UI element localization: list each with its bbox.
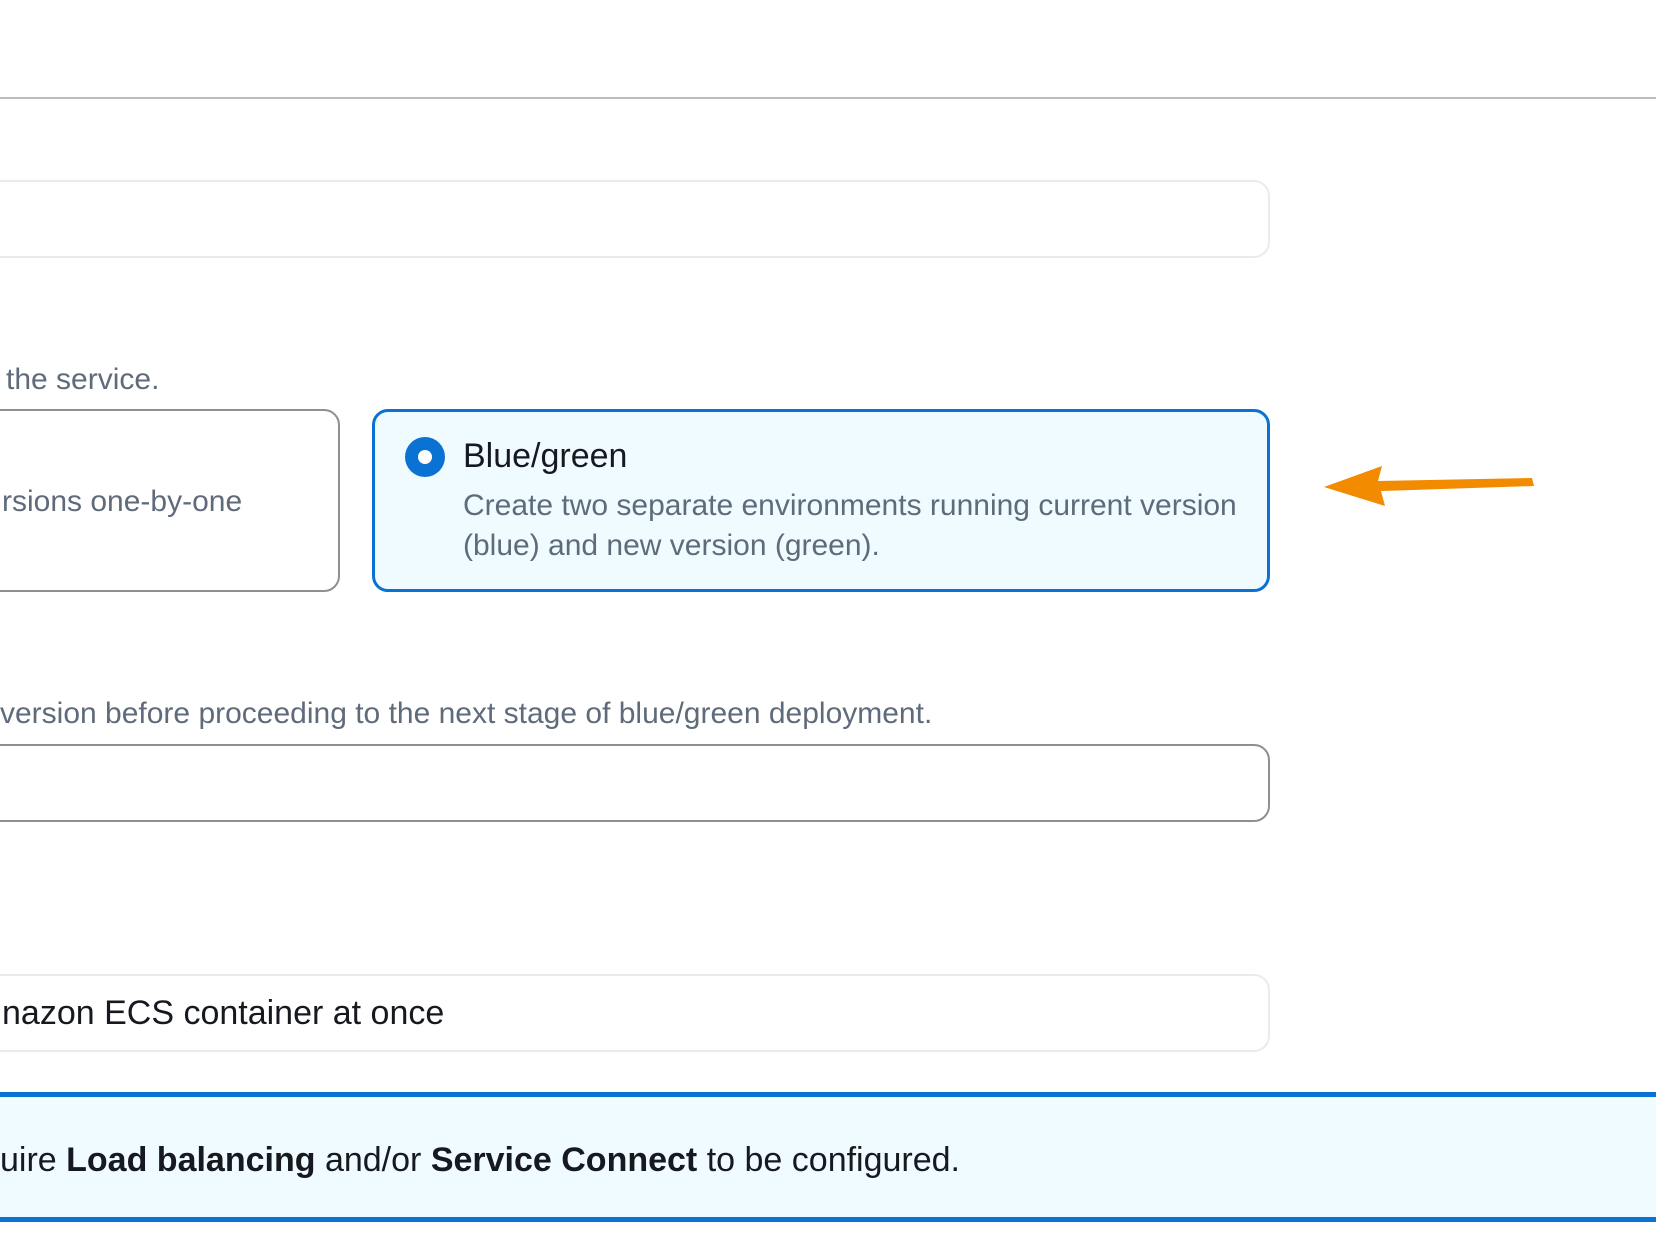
annotation-arrow-icon [1324, 466, 1534, 506]
info-alert-suffix: to be configured. [697, 1141, 961, 1179]
info-alert-middle: and/or [315, 1141, 431, 1179]
blue-green-description: Create two separate environments running… [463, 489, 1237, 562]
radio-selected-icon[interactable] [405, 437, 445, 477]
compatibility-value: nazon ECS container at once [2, 994, 445, 1032]
info-alert-text: uire Load balancing and/or Service Conne… [0, 1141, 960, 1180]
deployment-configuration-panel: the service. rsions one-by-one Blue/gree… [0, 0, 1656, 1242]
service-connect-label: Service Connect [430, 1141, 698, 1179]
bake-time-description: version before proceeding to the next st… [0, 697, 933, 730]
bake-time-input[interactable] [0, 744, 1270, 822]
info-alert-banner: uire Load balancing and/or Service Conne… [0, 1092, 1656, 1222]
blue-green-title: Blue/green [463, 437, 628, 475]
rolling-update-description: rsions one-by-one [2, 485, 243, 518]
info-alert-prefix: uire [0, 1141, 67, 1179]
deployment-strategy-description: the service. [6, 363, 160, 396]
rolling-update-tile[interactable]: rsions one-by-one [0, 409, 340, 592]
compatibility-field: nazon ECS container at once [0, 974, 1270, 1052]
disabled-input-field [0, 180, 1270, 258]
blue-green-tile[interactable]: Blue/green Create two separate environme… [372, 409, 1270, 592]
section-divider [0, 97, 1656, 99]
load-balancing-label: Load balancing [66, 1141, 316, 1179]
